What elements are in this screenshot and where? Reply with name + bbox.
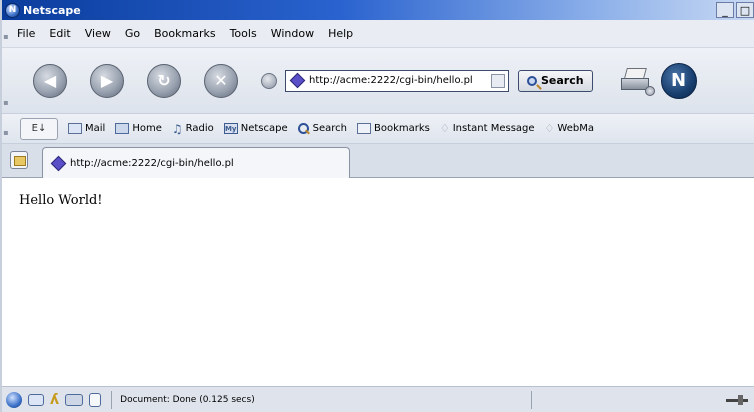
personalbar-grip[interactable]: ▪ (2, 114, 10, 143)
back-arrow-icon: ◀ (43, 71, 57, 90)
page-favicon-icon (289, 72, 306, 89)
search-button-label: Search (541, 74, 584, 87)
stop-button[interactable]: ✕ (204, 63, 238, 98)
bookmarks-label: Bookmarks (373, 123, 430, 134)
menu-window[interactable]: Window (264, 27, 321, 40)
print-dropdown-icon (644, 85, 655, 96)
instant-message-label: Instant Message (452, 123, 535, 134)
url-field[interactable]: http://acme:2222/cgi-bin/hello.pl (285, 69, 509, 92)
radio-label: Radio (185, 123, 214, 134)
forward-arrow-icon: ▶ (100, 71, 114, 90)
url-text[interactable]: http://acme:2222/cgi-bin/hello.pl (309, 75, 491, 86)
status-text: Document: Done (0.125 secs) (111, 390, 531, 409)
menu-file[interactable]: File (10, 27, 42, 40)
menu-tools[interactable]: Tools (223, 27, 264, 40)
back-button[interactable]: ◀ (33, 63, 67, 98)
minimize-button[interactable]: _ (716, 2, 734, 18)
print-button[interactable] (620, 67, 655, 96)
personal-toolbar: ▪ E↓ Mail Home ♫ Radio My Netscape Searc… (2, 114, 754, 144)
netscape-icon: My (223, 123, 238, 134)
reload-icon: ↻ (157, 71, 171, 90)
go-button[interactable] (261, 72, 277, 89)
menu-help[interactable]: Help (321, 27, 360, 40)
personal-item-mail[interactable]: Mail (68, 123, 105, 134)
new-tab-button[interactable] (10, 151, 28, 169)
page-content: Hello World! (2, 179, 754, 386)
netscape-app-icon: N (5, 2, 20, 18)
mail-icon (68, 123, 82, 134)
menu-edit[interactable]: Edit (42, 27, 77, 40)
navbar-grip[interactable]: ▪ (2, 48, 10, 113)
tab-label: http://acme:2222/cgi-bin/hello.pl (70, 157, 234, 169)
tab-menu-button[interactable]: E↓ (20, 117, 58, 140)
status-bar: ʎ Document: Done (0.125 secs) (2, 386, 754, 412)
personal-item-home[interactable]: Home (115, 123, 162, 134)
mail-label: Mail (85, 123, 106, 134)
search-label: Search (312, 123, 347, 134)
radio-icon: ♫ (171, 121, 183, 136)
instant-message-icon: ♢ (439, 122, 450, 135)
navigation-toolbar: ▪ ◀ ▶ ↻ ✕ http://acme:2222/cgi-bin/hello… (2, 48, 754, 114)
search-button[interactable]: Search (518, 69, 593, 92)
personal-item-radio[interactable]: ♫ Radio (172, 122, 214, 136)
menu-bar: ▪ File Edit View Go Bookmarks Tools Wind… (2, 20, 754, 48)
personal-item-bookmarks[interactable]: Bookmarks (356, 123, 430, 134)
forward-button[interactable]: ▶ (90, 63, 124, 98)
page-body-text: Hello World! (19, 193, 103, 208)
bookmarks-icon (356, 123, 371, 134)
navigator-icon[interactable] (6, 391, 22, 408)
printer-icon (620, 77, 649, 90)
url-dropdown-button[interactable] (491, 73, 505, 88)
address-book-icon[interactable] (89, 392, 102, 407)
webmail-label: WebMa (557, 123, 594, 134)
home-icon (115, 123, 130, 134)
personal-item-search[interactable]: Search (297, 122, 347, 135)
netscape-label: Netscape (240, 123, 288, 134)
personal-item-netscape[interactable]: My Netscape (223, 123, 288, 134)
aim-icon[interactable]: ʎ (50, 392, 59, 408)
status-spacer (531, 390, 726, 409)
title-bar: N Netscape _ □ (2, 0, 754, 20)
webmail-icon: ♢ (544, 122, 555, 135)
search-icon (297, 122, 310, 135)
stop-icon: ✕ (214, 71, 228, 90)
tab-active[interactable]: http://acme:2222/cgi-bin/hello.pl (42, 147, 350, 178)
personal-item-webmail[interactable]: ♢ WebMa (545, 122, 594, 135)
maximize-button[interactable]: □ (736, 2, 754, 18)
menubar-grip[interactable]: ▪ (2, 20, 10, 47)
menu-go[interactable]: Go (118, 27, 147, 40)
mail-status-icon[interactable] (28, 393, 44, 406)
netscape-throbber[interactable]: N (660, 62, 697, 99)
window-title: Netscape (23, 3, 81, 17)
menu-view[interactable]: View (78, 27, 118, 40)
window-controls: _ □ (716, 2, 754, 18)
menu-bookmarks[interactable]: Bookmarks (147, 27, 222, 40)
composer-icon[interactable] (65, 393, 84, 406)
search-icon (527, 75, 537, 86)
tab-strip: http://acme:2222/cgi-bin/hello.pl (2, 144, 754, 178)
personal-item-instant-message[interactable]: ♢ Instant Message (440, 122, 535, 135)
browser-window: N Netscape _ □ ▪ File Edit View Go Bookm… (0, 0, 754, 412)
home-label: Home (132, 123, 162, 134)
reload-button[interactable]: ↻ (147, 63, 181, 98)
connection-icon[interactable] (726, 394, 748, 405)
tab-favicon-icon (50, 155, 67, 171)
